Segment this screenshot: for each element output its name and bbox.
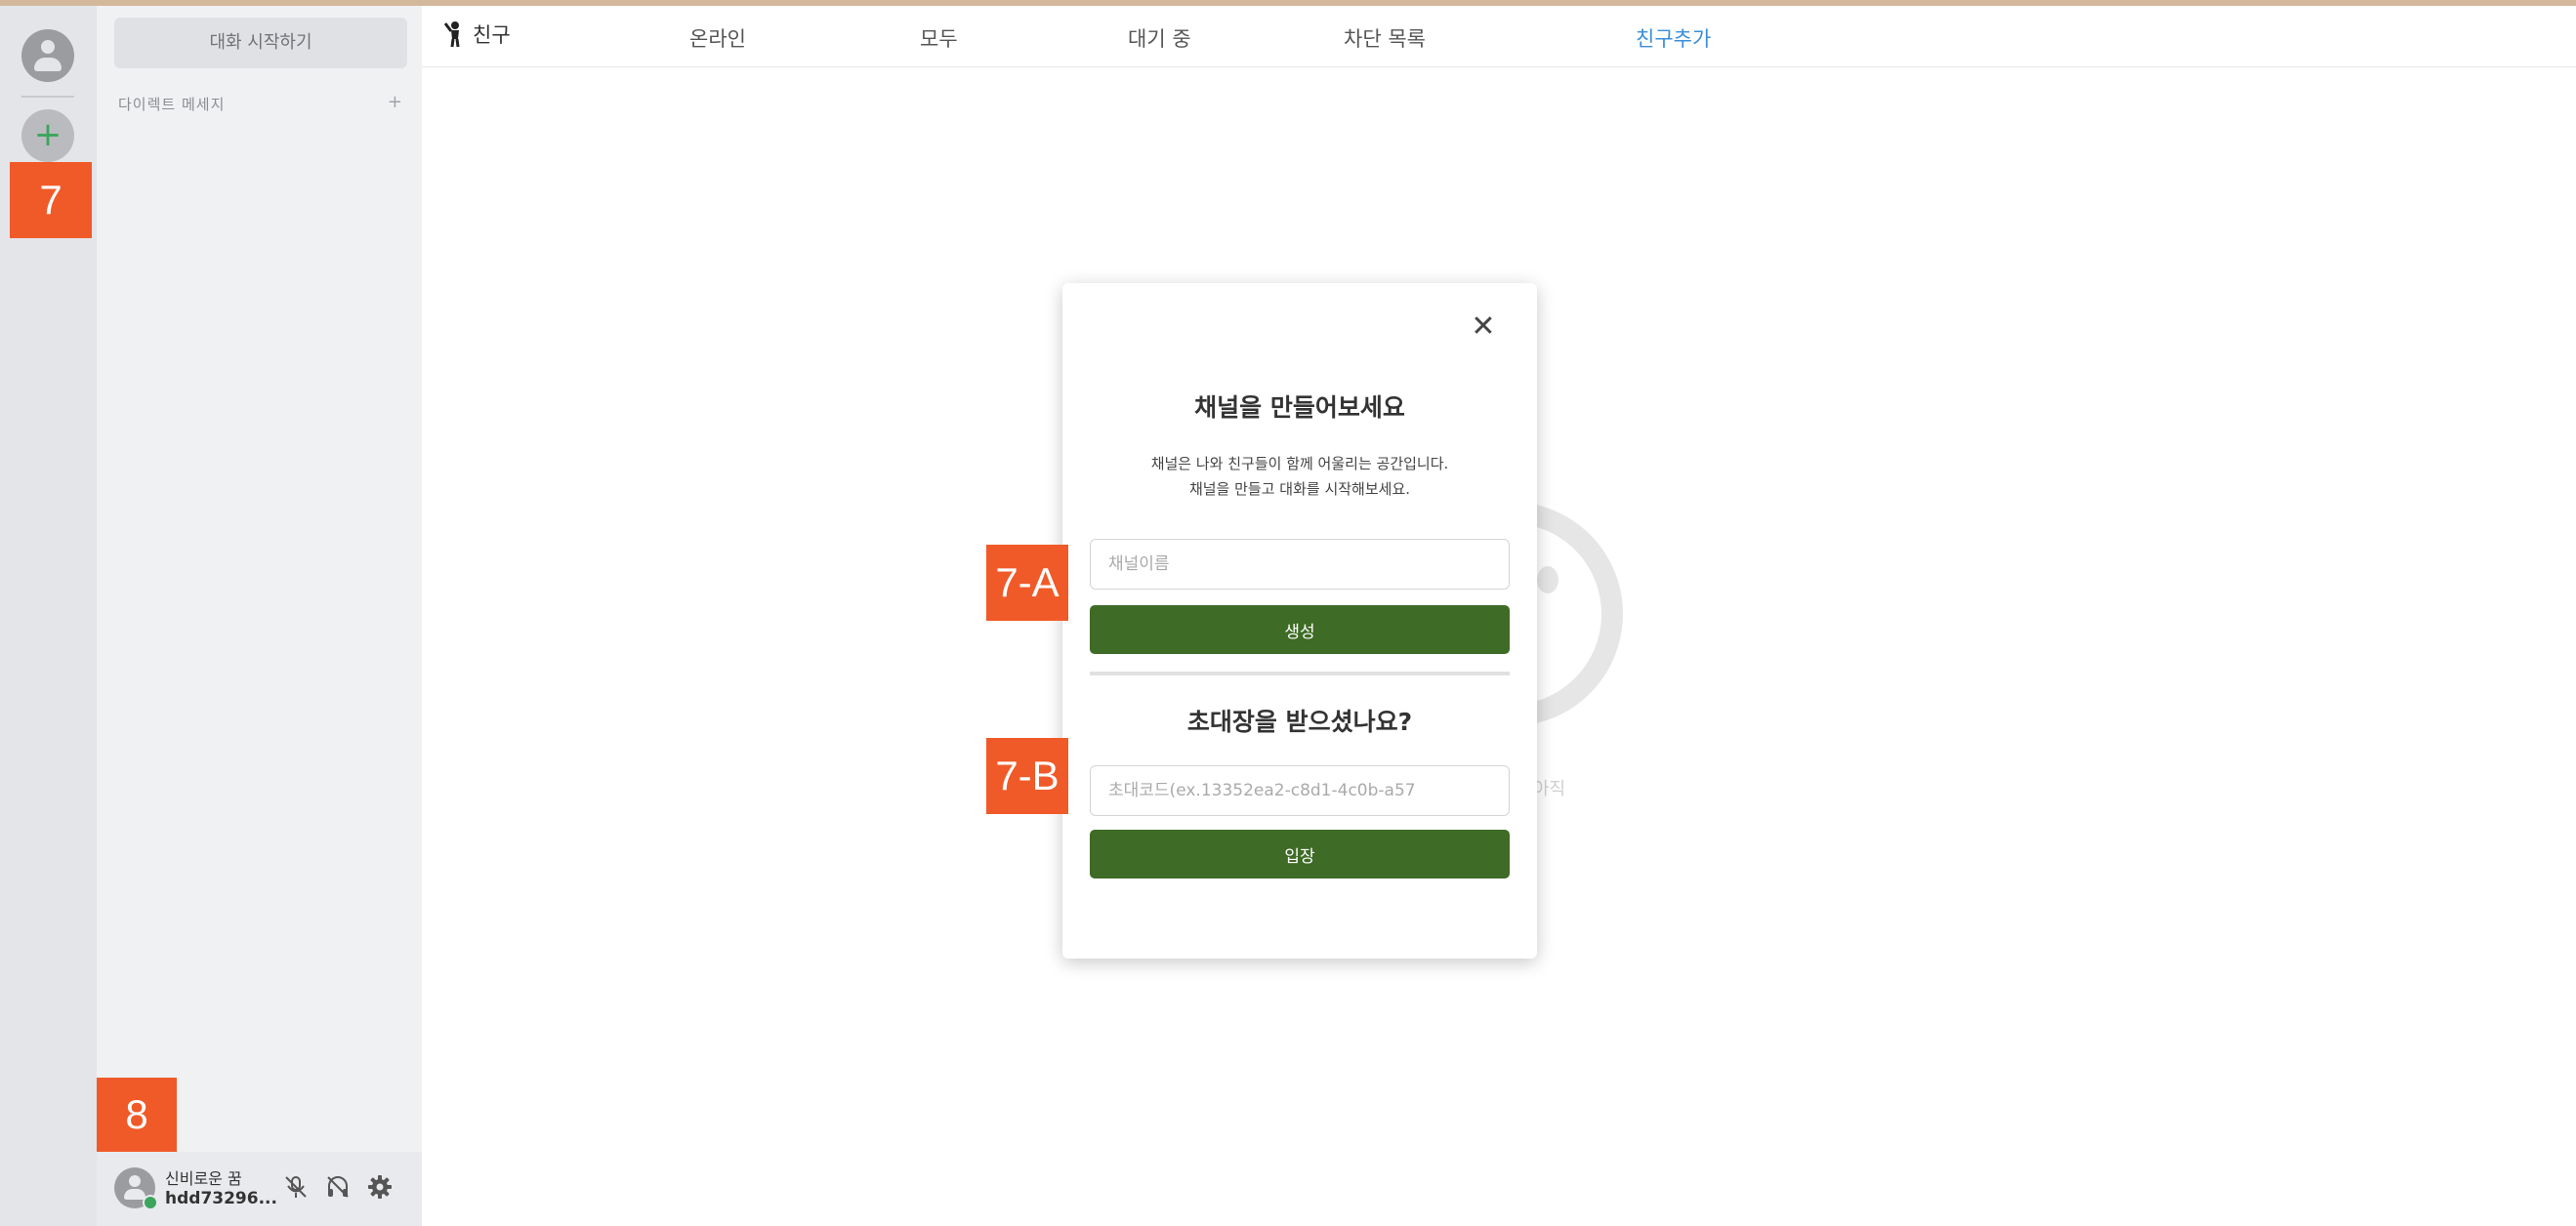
invite-title: 초대장을 받으셨나요? bbox=[1186, 708, 1413, 736]
friends-top-nav: 친구 온라인 모두 대기 중 차단 목록 친구추가 bbox=[422, 6, 2576, 67]
home-avatar-icon[interactable] bbox=[21, 29, 74, 82]
waving-person-icon bbox=[443, 21, 460, 48]
empty-state-text: 아직 bbox=[1533, 779, 1566, 799]
annotation-tag-7a: 7-A bbox=[986, 545, 1068, 621]
modal-description-line: 채널을 만들고 대화를 시작해보세요. bbox=[1188, 480, 1411, 498]
modal-description-line: 채널은 나와 친구들이 함께 어울리는 공간입니다. bbox=[1150, 455, 1449, 472]
tab-add-friend[interactable]: 친구추가 bbox=[1636, 23, 1711, 53]
modal-title: 채널을 만들어보세요 bbox=[1194, 393, 1405, 422]
empty-state-eye bbox=[1537, 566, 1558, 593]
gear-icon[interactable] bbox=[366, 1173, 394, 1201]
user-display-name: 신비로운 꿈 bbox=[165, 1169, 242, 1188]
start-chat-button[interactable]: 대화 시작하기 bbox=[114, 18, 407, 68]
join-button[interactable]: 입장 bbox=[1090, 830, 1510, 879]
annotation-tag-7b: 7-B bbox=[986, 738, 1068, 814]
create-channel-modal: ✕ 채널을 만들어보세요 채널은 나와 친구들이 함께 어울리는 공간입니다. … bbox=[1062, 283, 1537, 959]
online-status-dot bbox=[143, 1195, 158, 1210]
mic-muted-icon[interactable] bbox=[282, 1173, 310, 1201]
headset-muted-icon[interactable] bbox=[324, 1173, 352, 1201]
invite-code-input[interactable] bbox=[1090, 765, 1510, 816]
tab-blocked[interactable]: 차단 목록 bbox=[1344, 23, 1426, 53]
close-icon[interactable]: ✕ bbox=[1469, 312, 1498, 342]
tab-online[interactable]: 온라인 bbox=[689, 23, 746, 53]
add-dm-button[interactable]: + bbox=[388, 92, 402, 112]
tab-all[interactable]: 모두 bbox=[920, 23, 958, 53]
modal-divider bbox=[1090, 672, 1510, 675]
annotation-tag-7: 7 bbox=[10, 162, 92, 238]
channel-name-input[interactable] bbox=[1090, 539, 1510, 590]
rail-divider bbox=[21, 96, 74, 98]
user-panel: 신비로운 꿈 hdd73296... bbox=[97, 1152, 422, 1226]
create-channel-button[interactable]: 생성 bbox=[1090, 605, 1510, 654]
add-channel-button[interactable]: + bbox=[21, 109, 74, 162]
friends-label: 친구 bbox=[473, 23, 511, 47]
modal-description: 채널은 나와 친구들이 함께 어울리는 공간입니다. 채널을 만들고 대화를 시… bbox=[1062, 451, 1537, 502]
direct-message-panel: 대화 시작하기 다이렉트 메세지 + 신비로운 꿈 hdd73296... bbox=[97, 6, 422, 1226]
friends-header[interactable]: 친구 bbox=[443, 20, 511, 49]
tab-pending[interactable]: 대기 중 bbox=[1128, 23, 1191, 53]
user-tag: hdd73296... bbox=[165, 1189, 277, 1208]
direct-messages-title: 다이렉트 메세지 bbox=[118, 96, 226, 113]
annotation-tag-8: 8 bbox=[97, 1078, 177, 1152]
